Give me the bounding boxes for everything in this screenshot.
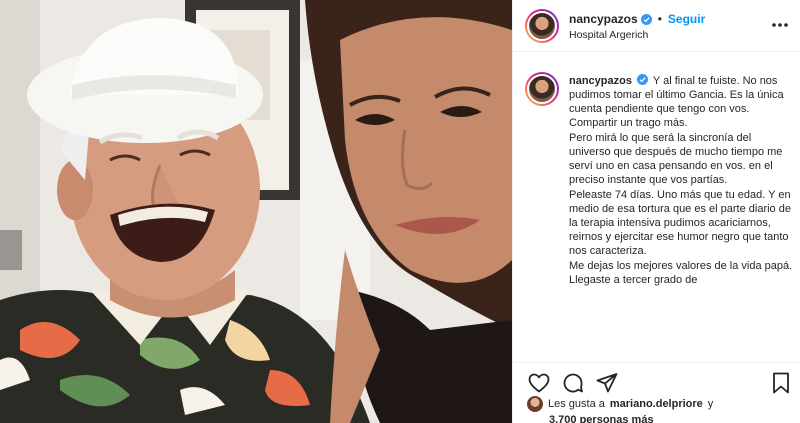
action-bar xyxy=(513,362,800,398)
liker-username[interactable]: mariano.delpriore xyxy=(610,398,703,410)
liker-avatar[interactable] xyxy=(527,396,543,412)
caption-username[interactable]: nancypazos xyxy=(569,75,632,87)
share-icon[interactable] xyxy=(595,371,619,395)
more-options-icon[interactable] xyxy=(769,16,791,34)
follow-button[interactable]: Seguir xyxy=(668,12,705,26)
separator-dot: • xyxy=(657,12,662,26)
post-photo-scene xyxy=(0,0,512,423)
author-avatar[interactable] xyxy=(525,9,559,43)
post-header: nancypazos • Seguir Hospital Argerich xyxy=(513,0,800,52)
likes-row: Les gusta a mariano.delpriore y xyxy=(527,396,797,412)
caption-avatar[interactable] xyxy=(525,72,559,106)
post-location[interactable]: Hospital Argerich xyxy=(569,29,648,41)
likes-suffix: y xyxy=(707,398,714,410)
caption-paragraph: Me dejas los mejores valores de la vida … xyxy=(569,260,793,286)
verified-badge-icon xyxy=(640,13,652,25)
caption-paragraph: Peleaste 74 días. Uno más que tu edad. Y… xyxy=(569,189,791,257)
bookmark-icon[interactable] xyxy=(769,371,793,395)
caption-block: nancypazos Y al final te fuiste. No nos … xyxy=(513,60,800,360)
likes-count[interactable]: 3.700 personas más xyxy=(549,414,654,423)
likes-prefix: Les gusta a xyxy=(548,398,605,410)
post-side-panel: nancypazos • Seguir Hospital Argerich na… xyxy=(512,0,800,423)
post-photo[interactable] xyxy=(0,0,512,423)
comment-icon[interactable] xyxy=(561,371,585,395)
caption-paragraph: Pero mirá lo que será la sincronía del u… xyxy=(569,132,783,186)
caption-text: nancypazos Y al final te fuiste. No nos … xyxy=(569,74,795,288)
author-row: nancypazos • Seguir xyxy=(569,12,705,26)
heart-icon[interactable] xyxy=(527,371,551,395)
author-username[interactable]: nancypazos xyxy=(569,12,638,26)
verified-badge-icon xyxy=(637,74,649,85)
